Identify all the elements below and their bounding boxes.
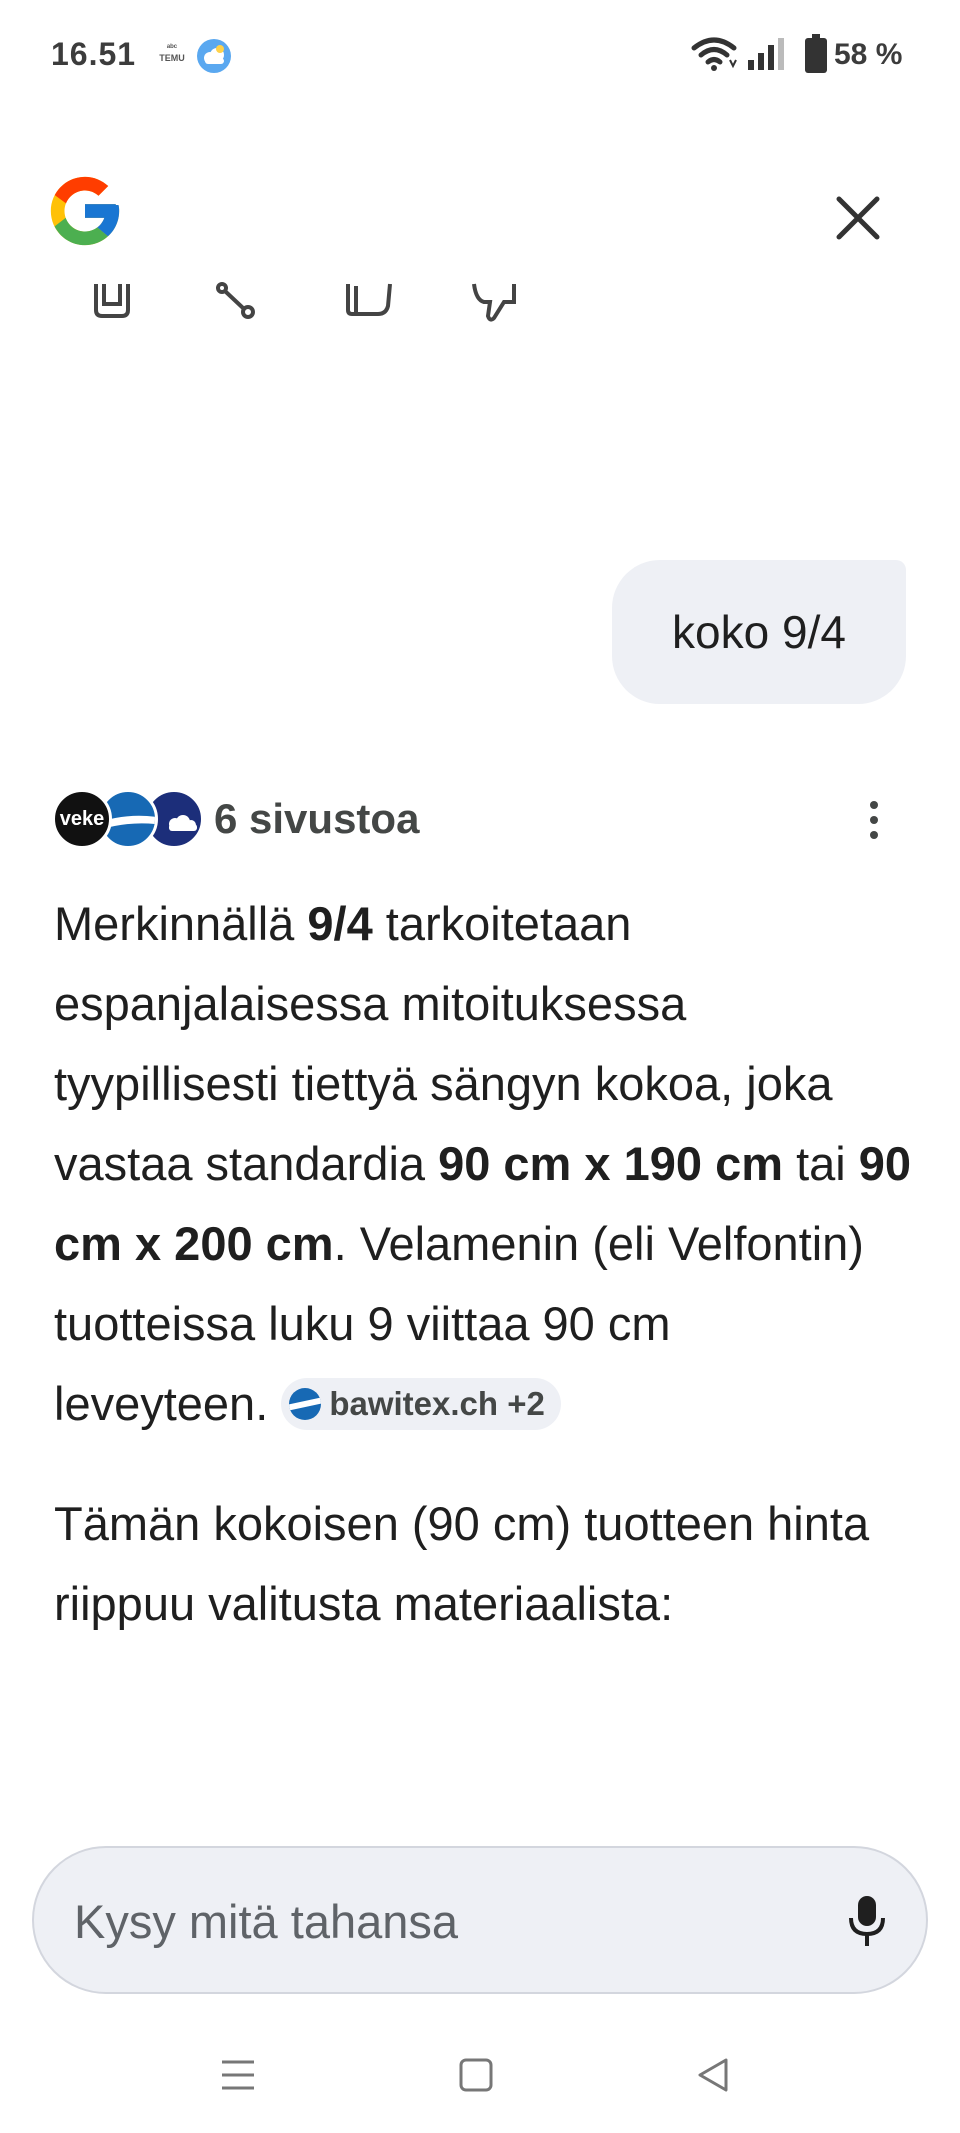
wifi-icon (691, 37, 737, 71)
close-button[interactable] (822, 182, 894, 254)
more-options-button[interactable] (852, 794, 896, 846)
thumb-down-icon[interactable] (470, 282, 518, 322)
google-logo (50, 176, 120, 246)
screen: 16.51 ᵃᵇᶜ TEMU 58 % koko 9/4 veke 6 sivu… (0, 0, 960, 2133)
ask-bar (32, 1846, 928, 1994)
user-message-text: koko 9/4 (672, 606, 846, 658)
menu-icon[interactable] (208, 2052, 268, 2098)
temu-icon: ᵃᵇᶜ TEMU (159, 42, 185, 63)
citation-chip[interactable]: bawitex.ch +2 (281, 1377, 561, 1430)
signal-icon (748, 38, 784, 70)
more-vert-icon (870, 801, 878, 809)
thumb-up-icon[interactable] (344, 282, 392, 322)
ask-input[interactable] (74, 1888, 774, 1954)
sources-count-label: 6 sivustoa (214, 795, 420, 842)
source-logos: veke (52, 789, 204, 849)
bawitex-logo-icon (289, 1387, 322, 1420)
answer-paragraph-2: Tämän kokoisen (90 cm) tuotteen hinta ri… (54, 1497, 870, 1630)
close-icon (836, 196, 880, 240)
user-message-bubble: koko 9/4 (612, 560, 906, 704)
sources-button[interactable]: veke 6 sivustoa (52, 786, 419, 852)
mic-button[interactable] (834, 1888, 900, 1954)
battery-icon (805, 34, 827, 73)
battery-percent: 58 % (834, 38, 903, 71)
copy-icon[interactable] (88, 282, 136, 322)
ai-answer: Merkinnällä 9/4 tarkoitetaan espanjalais… (54, 884, 914, 1644)
back-icon[interactable] (684, 2052, 744, 2098)
home-icon[interactable] (446, 2052, 506, 2098)
status-time: 16.51 (51, 36, 137, 72)
share-icon[interactable] (212, 282, 260, 322)
weather-icon (197, 39, 231, 73)
veke-logo-icon: veke (52, 789, 112, 849)
status-bar: 16.51 ᵃᵇᶜ TEMU 58 % (0, 0, 960, 110)
answer-paragraph-1: Merkinnällä 9/4 tarkoitetaan espanjalais… (54, 897, 912, 1430)
microphone-icon (849, 1896, 885, 1946)
